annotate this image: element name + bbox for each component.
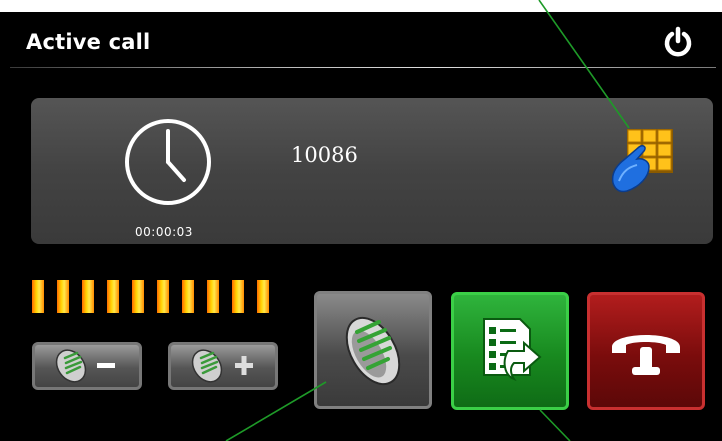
call-info-panel: 00:00:03 10086 xyxy=(31,98,713,244)
power-icon[interactable] xyxy=(662,26,694,58)
phone-number: 10086 xyxy=(291,143,358,167)
header-divider xyxy=(10,67,716,68)
volume-down-button[interactable] xyxy=(32,342,142,390)
clock-icon xyxy=(123,117,213,207)
volume-bar xyxy=(257,280,269,313)
volume-bar xyxy=(207,280,219,313)
volume-bar xyxy=(57,280,69,313)
contacts-transfer-button[interactable] xyxy=(451,292,569,410)
phone-hangup-icon xyxy=(612,335,680,375)
volume-bar xyxy=(232,280,244,313)
volume-bar xyxy=(182,280,194,313)
microphone-minus-icon xyxy=(55,349,115,383)
volume-bar xyxy=(82,280,94,313)
volume-bar xyxy=(107,280,119,313)
page-title: Active call xyxy=(26,30,151,54)
hang-up-button[interactable] xyxy=(587,292,705,410)
call-duration: 00:00:03 xyxy=(135,225,193,239)
volume-bar xyxy=(157,280,169,313)
microphone-button[interactable] xyxy=(314,291,432,409)
microphone-plus-icon xyxy=(191,349,253,383)
contacts-transfer-icon xyxy=(483,318,542,382)
keypad-icon[interactable] xyxy=(607,125,677,195)
microphone-icon xyxy=(345,316,401,386)
volume-bar xyxy=(32,280,44,313)
volume-bar xyxy=(132,280,144,313)
volume-level-bars xyxy=(32,280,272,313)
volume-up-button[interactable] xyxy=(168,342,278,390)
active-call-screen: Active call 00:00:03 10086 xyxy=(0,12,722,441)
